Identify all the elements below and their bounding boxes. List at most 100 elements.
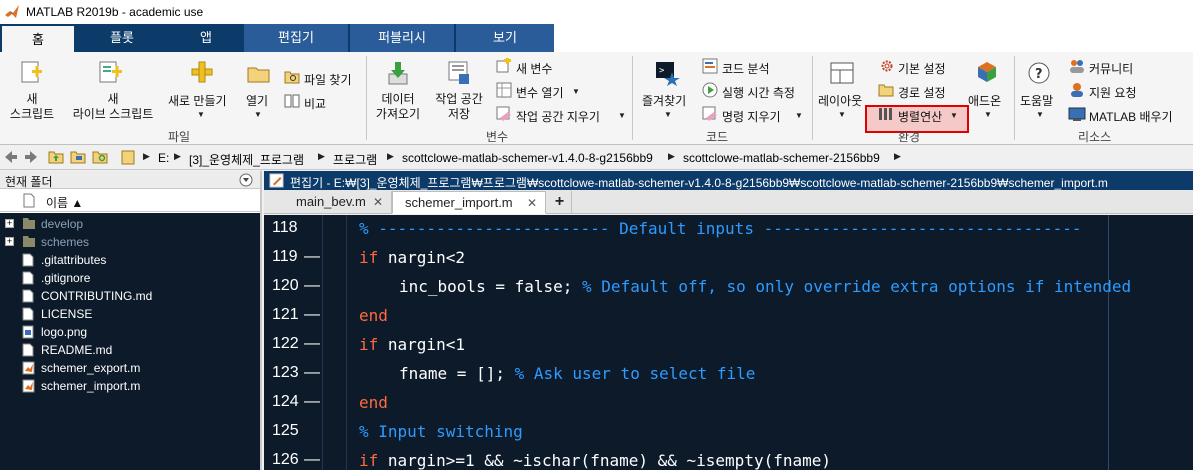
close-tab-icon[interactable]: ✕ [527,192,537,214]
file-list-item[interactable]: + develop [0,215,260,233]
close-tab-icon[interactable]: ✕ [373,191,383,213]
back-arrow-icon[interactable] [4,150,18,164]
clear-workspace-arrow-icon[interactable]: ▼ [618,111,626,120]
addons-button[interactable]: 애드온 [968,92,1001,109]
matlab-file-icon [22,379,36,396]
editor-tab-main-bev[interactable]: main_bev.m ✕ [284,191,392,214]
file-list-item[interactable]: schemer_export.m [0,359,260,377]
expand-toggle-icon[interactable]: + [5,237,14,246]
parallel-arrow-icon[interactable]: ▼ [950,111,958,120]
forward-arrow-icon[interactable] [24,150,38,164]
breadcrumb-schemer[interactable]: scottclowe-matlab-schemer-2156bb9 [683,151,880,165]
panel-menu-icon[interactable] [239,173,253,187]
request-support-button[interactable]: 지원 요청 [1089,84,1137,101]
new-dropdown-arrow-icon[interactable]: ▼ [197,110,205,119]
breadcrumb-schemer-version[interactable]: scottclowe-matlab-schemer-v1.4.0-8-g2156… [402,151,653,165]
line-number: 121 [272,306,299,323]
expand-toggle-icon[interactable]: + [5,219,14,228]
tab-home[interactable]: 홈 [2,24,74,52]
code-line[interactable]: 124 — end [264,389,1193,418]
open-variable-arrow-icon[interactable]: ▼ [572,87,580,96]
clear-commands-button[interactable]: 명령 지우기 [722,108,781,125]
tab-view[interactable]: 보기 [456,24,554,52]
breakpoint-marker[interactable]: — [304,335,320,353]
open-variable-button[interactable]: 변수 열기 [516,84,564,101]
analyze-code-button[interactable]: 코드 분석 [722,60,770,77]
new-variable-button[interactable]: 새 변수 [516,60,552,77]
code-editor[interactable]: 118 % ------------------------ Default in… [264,215,1193,470]
image-file-icon [22,325,34,342]
search-folder-icon[interactable] [92,150,110,164]
layout-button[interactable]: 레이아웃 [818,92,862,109]
breadcrumb-programs[interactable]: 프로그램 [333,151,377,168]
breakpoint-marker[interactable]: — [304,277,320,295]
tab-plots[interactable]: 플롯 [86,24,158,52]
new-script-icon [21,61,42,83]
up-folder-icon[interactable] [48,150,64,164]
folder-icon [22,235,36,251]
code-line[interactable]: 123 — fname = []; % Ask user to select fil… [264,360,1193,389]
editor-tab-strip: main_bev.m ✕ schemer_import.m ✕ + [264,190,1193,214]
file-list-item[interactable]: LICENSE [0,305,260,323]
clear-workspace-button[interactable]: 작업 공간 지우기 [516,108,600,125]
code-line[interactable]: 126 — if nargin>=1 && ~ischar(fname) && ~i… [264,447,1193,470]
file-list-item[interactable]: CONTRIBUTING.md [0,287,260,305]
file-list-item[interactable]: .gitattributes [0,251,260,269]
new-live-script-button[interactable]: 새 라이브 스크립트 [66,92,160,122]
save-workspace-button[interactable]: 작업 공간 저장 [428,92,490,122]
new-tab-plus-icon[interactable]: + [548,191,572,214]
code-line[interactable]: 119 — if nargin<2 [264,244,1193,273]
addons-arrow-icon[interactable]: ▼ [984,110,992,119]
breakpoint-marker[interactable]: — [304,364,320,382]
file-list-item[interactable]: .gitignore [0,269,260,287]
breadcrumb-expand-icon[interactable]: ▶ [894,151,901,162]
file-name: .gitattributes [41,253,107,267]
tab-apps[interactable]: 앱 [170,24,242,52]
layout-arrow-icon[interactable]: ▼ [838,110,846,119]
tab-editor[interactable]: 편집기 [244,24,348,52]
help-button[interactable]: 도움말 [1020,92,1053,109]
open-dropdown-arrow-icon[interactable]: ▼ [254,110,262,119]
parallel-button[interactable]: 병렬연산 [898,108,942,125]
code-line[interactable]: 118 % ------------------------ Default in… [264,215,1193,244]
code-token: inc_bools = false; [399,277,583,296]
name-column-header[interactable]: 이름 ▲ [46,194,83,211]
preferences-button[interactable]: 기본 설정 [898,60,946,77]
new-script-button[interactable]: 새 스크립트 [2,92,62,122]
browse-folder-icon[interactable] [70,150,86,164]
editor-tab-schemer-import[interactable]: schemer_import.m ✕ [392,191,546,214]
import-data-button[interactable]: 데이터 가져오기 [372,92,424,122]
file-name: .gitignore [41,271,91,285]
code-line[interactable]: 120 — inc_bools = false; % Default off, so… [264,273,1193,302]
community-button[interactable]: 커뮤니티 [1089,60,1133,77]
editor-tab-label: schemer_import.m [405,195,513,210]
breakpoint-marker[interactable]: — [304,393,320,411]
breadcrumb-drive[interactable]: E: [158,151,169,165]
favorites-arrow-icon[interactable]: ▼ [664,110,672,119]
code-token: nargin<2 [378,248,465,267]
breakpoint-marker[interactable]: — [304,306,320,324]
breakpoint-marker[interactable]: — [304,248,320,266]
tab-publish[interactable]: 퍼블리시 [350,24,454,52]
new-dropdown-button[interactable]: 새로 만들기 [168,92,227,109]
window-title: MATLAB R2019b - academic use [26,5,204,19]
set-path-button[interactable]: 경로 설정 [898,84,946,101]
breadcrumb-program-folder[interactable]: [3]_운영체제_프로그램 [189,151,304,168]
breakpoint-marker[interactable]: — [304,451,320,469]
run-and-time-button[interactable]: 실행 시간 측정 [722,84,795,101]
file-list-item[interactable]: + schemes [0,233,260,251]
code-line[interactable]: 121 — end [264,302,1193,331]
compare-button[interactable]: 비교 [304,95,326,112]
favorites-button[interactable]: 즐겨찾기 [642,92,686,109]
find-files-button[interactable]: 파일 찾기 [304,71,352,88]
file-list-item[interactable]: logo.png [0,323,260,341]
file-list-item[interactable]: schemer_import.m [0,377,260,395]
code-line[interactable]: 122 — if nargin<1 [264,331,1193,360]
file-list: + develop + schemes .gitattributes .gitignore… [0,213,260,470]
clear-commands-arrow-icon[interactable]: ▼ [795,111,803,120]
help-arrow-icon[interactable]: ▼ [1036,110,1044,119]
code-line[interactable]: 125 % Input switching [264,418,1193,447]
open-button[interactable]: 열기 [246,92,268,109]
learn-matlab-button[interactable]: MATLAB 배우기 [1089,108,1173,125]
file-list-item[interactable]: README.md [0,341,260,359]
